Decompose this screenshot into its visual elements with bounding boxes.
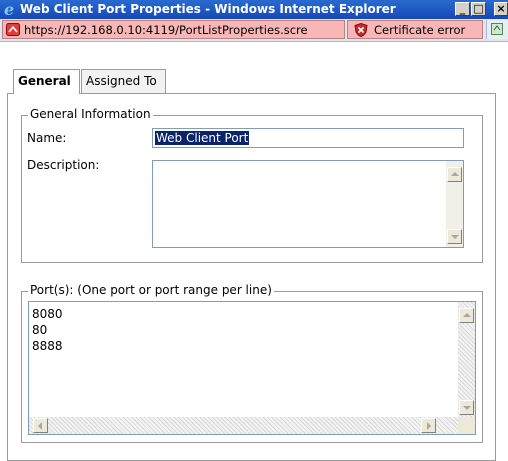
certificate-error-button[interactable]: Certificate error (347, 20, 483, 39)
description-scroll-up-button[interactable] (447, 167, 462, 182)
maximize-button[interactable]: □ (471, 2, 486, 16)
description-scrollbar[interactable] (446, 161, 463, 247)
name-input[interactable]: Web Client Port (152, 128, 464, 148)
tab-general[interactable]: General (13, 69, 80, 94)
ports-group: Port(s): (One port or port range per lin… (21, 283, 483, 443)
general-information-group: General Information Name: Web Client Por… (21, 107, 483, 263)
address-bar: https://192.168.0.10:4119/PortListProper… (0, 19, 508, 42)
arrow-up-icon (463, 313, 471, 317)
arrow-up-icon (451, 172, 459, 176)
minimize-button[interactable]: _ (455, 2, 470, 16)
ports-vertical-scrollbar[interactable] (458, 302, 475, 417)
ports-scroll-up-button[interactable] (459, 308, 474, 323)
window-titlebar: e Web Client Port Properties - Windows I… (0, 0, 508, 19)
general-information-legend: General Information (28, 107, 153, 121)
refresh-icon (491, 23, 503, 35)
ports-scroll-down-button[interactable] (459, 400, 474, 415)
shield-error-icon (354, 23, 368, 37)
ports-scroll-right-button[interactable] (421, 418, 436, 433)
certificate-error-label: Certificate error (374, 23, 466, 37)
ports-horizontal-scrollbar[interactable] (29, 417, 458, 434)
error-page-icon (6, 23, 20, 36)
url-field[interactable]: https://192.168.0.10:4119/PortListProper… (2, 20, 345, 39)
description-scroll-down-button[interactable] (447, 229, 462, 244)
name-value: Web Client Port (155, 131, 250, 145)
tab-panel-general: General Information Name: Web Client Por… (7, 93, 496, 461)
name-label: Name: (27, 131, 67, 145)
close-button[interactable]: × (494, 2, 508, 16)
ports-legend: Port(s): (One port or port range per lin… (28, 283, 274, 297)
arrow-right-icon (427, 422, 431, 430)
internet-explorer-icon: e (4, 1, 14, 17)
url-text: https://192.168.0.10:4119/PortListProper… (24, 23, 308, 37)
arrow-down-icon (463, 406, 471, 410)
arrow-left-icon (38, 422, 42, 430)
scrollbar-corner (458, 417, 475, 434)
ports-textarea[interactable]: 8080 80 8888 (28, 301, 476, 435)
svg-text:e: e (4, 1, 14, 17)
ports-scroll-left-button[interactable] (33, 418, 48, 433)
tab-assigned-to[interactable]: Assigned To (81, 69, 166, 93)
window-title: Web Client Port Properties - Windows Int… (20, 2, 396, 16)
ports-value: 8080 80 8888 (32, 307, 63, 353)
description-textarea[interactable] (152, 160, 464, 248)
description-label: Description: (27, 158, 100, 172)
refresh-button[interactable] (486, 20, 508, 39)
arrow-down-icon (451, 235, 459, 239)
